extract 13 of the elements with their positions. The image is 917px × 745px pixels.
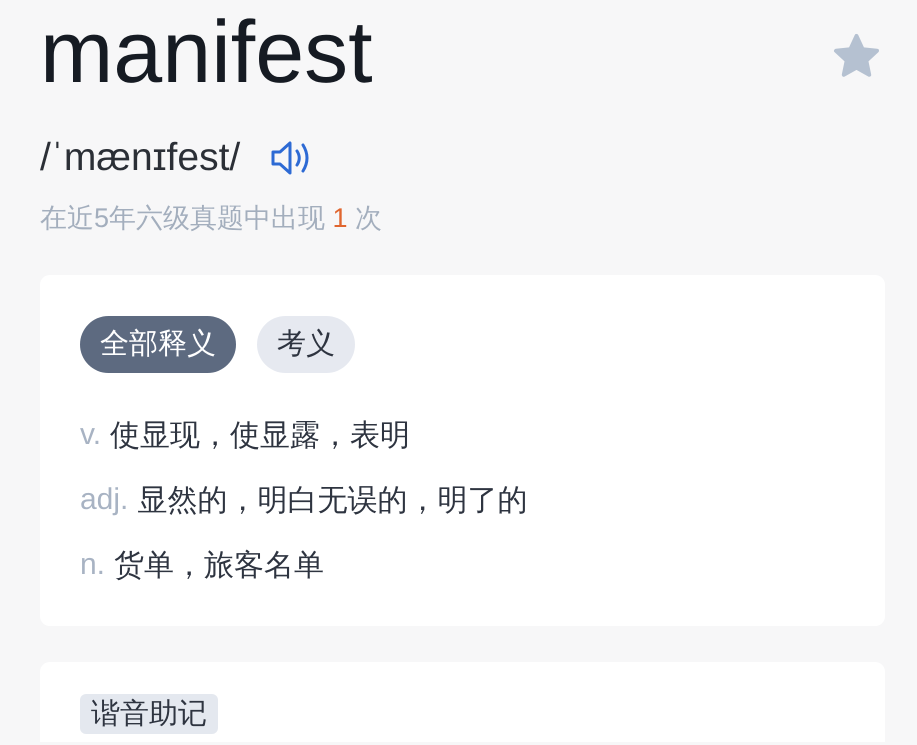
- definition-tab[interactable]: 考义: [257, 316, 355, 373]
- mnemonic-tag: 谐音助记: [80, 694, 218, 734]
- definition-tab[interactable]: 全部释义: [80, 316, 236, 373]
- definition-text: 显然的，明白无误的，明了的: [137, 482, 528, 519]
- frequency-text: 在近5年六级真题中出现 1 次: [40, 204, 384, 234]
- star-icon[interactable]: [833, 33, 880, 78]
- phonetic-text: /ˈmænɪfest/: [40, 138, 240, 177]
- definition-text: 货单，旅客名单: [114, 548, 324, 584]
- part-of-speech: v.: [80, 418, 102, 452]
- definition-text: 使显现，使显露，表明: [110, 418, 410, 454]
- part-of-speech: adj.: [80, 483, 128, 518]
- part-of-speech: n.: [80, 548, 106, 582]
- word-title: manifest: [40, 8, 373, 96]
